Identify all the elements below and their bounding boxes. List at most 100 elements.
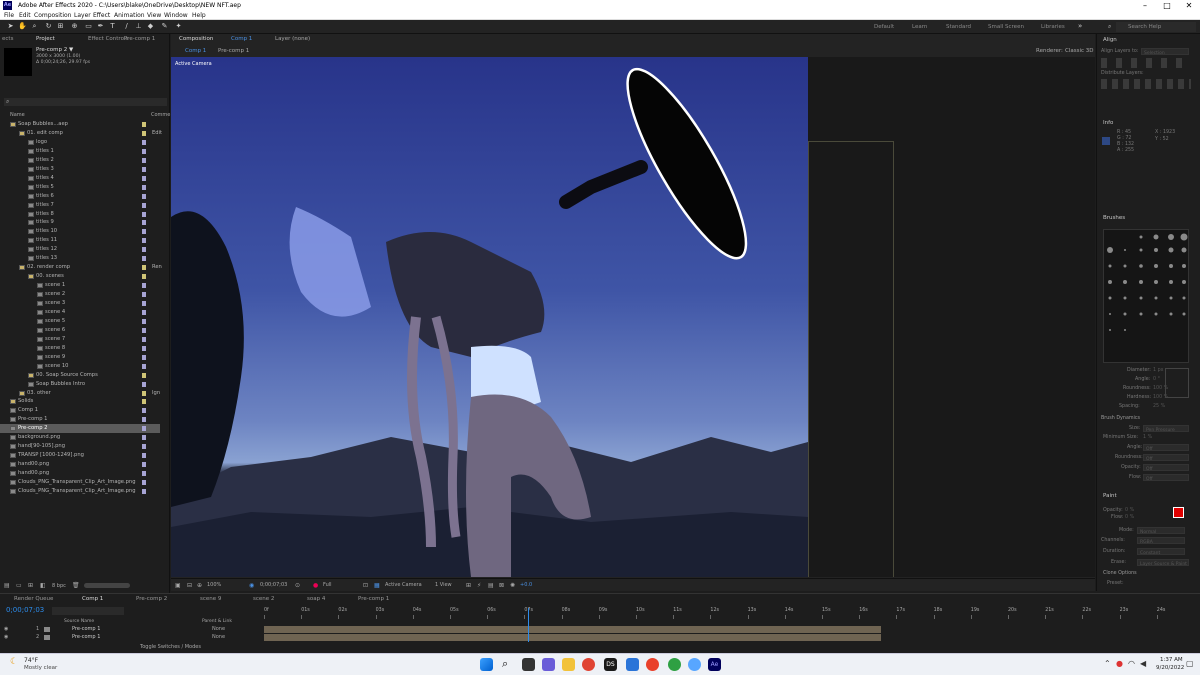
hand-tool-icon[interactable]: ✋ [18,22,27,31]
tab-comp1[interactable]: Comp 1 [82,596,103,602]
label-color-chip[interactable] [142,193,146,199]
exposure-value[interactable]: +0.0 [520,582,532,588]
project-settings-icon[interactable]: ◧ [40,582,46,589]
project-search-input[interactable] [4,98,167,106]
label-color-chip[interactable] [142,256,146,262]
chat-icon[interactable] [542,658,555,671]
menu-view[interactable]: View [147,12,161,19]
chrome-icon[interactable] [582,658,595,671]
tray-app-icon[interactable]: ● [1116,659,1123,668]
label-color-chip[interactable] [142,309,146,315]
menu-composition[interactable]: Composition [34,12,71,19]
brush-diameter-value[interactable]: 1 px [1153,368,1163,373]
camera-tool-icon[interactable]: ⊞ [56,22,65,31]
roto-brush-tool-icon[interactable]: ✎ [160,22,169,31]
paint-flow-value[interactable]: 0 % [1125,515,1134,520]
project-item[interactable]: Soap Bubbles...aep [0,120,160,129]
label-color-chip[interactable] [142,399,146,405]
label-color-chip[interactable] [142,202,146,208]
parent-dropdown[interactable]: None [212,634,225,640]
label-color-chip[interactable] [142,130,146,136]
dyn-roundness-dropdown[interactable]: Off [1143,454,1189,462]
region-of-interest-icon[interactable]: ⊡ [363,582,368,589]
clock-date[interactable]: 9/20/2022 [1156,665,1184,671]
project-item[interactable]: scene 4 [0,308,160,317]
pen-tool-icon[interactable]: ✒ [96,22,105,31]
tray-overflow-icon[interactable]: ⌃ [1104,659,1111,668]
project-item[interactable]: titles 2 [0,156,160,165]
label-color-chip[interactable] [142,238,146,244]
project-item[interactable]: scene 5 [0,317,160,326]
photos-icon[interactable] [626,658,639,671]
parent-dropdown[interactable]: None [212,626,225,632]
visibility-eye-icon[interactable]: ◉ [4,634,8,640]
zoom-dropdown[interactable]: 100% [207,582,221,588]
paint-erase-dropdown[interactable]: Layer Source & Paint [1137,559,1189,567]
trash-icon[interactable]: 🗑 [72,582,80,589]
thumbnail-scrollbar[interactable] [84,583,130,588]
weather-desc[interactable]: Mostly clear [24,665,57,671]
label-color-chip[interactable] [142,184,146,190]
align-layers-to-dropdown[interactable]: Selection [1141,48,1189,56]
after-effects-taskbar-icon[interactable]: Ae [708,658,721,671]
playhead[interactable] [528,608,530,642]
tab-effects-presets[interactable]: ects [2,34,13,44]
menu-file[interactable]: File [4,12,14,19]
label-color-chip[interactable] [142,453,146,459]
project-item[interactable]: 03. other Ign [0,389,160,398]
label-color-chip[interactable] [142,139,146,145]
label-color-chip[interactable] [142,435,146,441]
brush-tool-icon[interactable]: / [122,22,131,31]
label-color-chip[interactable] [142,426,146,432]
project-item[interactable]: scene 1 [0,281,160,290]
start-button-icon[interactable] [480,658,493,671]
dyn-size-dropdown[interactable]: Pen Pressure [1143,425,1189,433]
always-preview-icon[interactable]: ▣ [175,582,181,589]
project-item[interactable]: Soap Bubbles Intro [0,380,160,389]
dyn-angle-dropdown[interactable]: Off [1143,444,1189,452]
paint-mode-dropdown[interactable]: Normal [1137,527,1185,535]
clone-stamp-tool-icon[interactable]: ⊥ [134,22,143,31]
project-item[interactable]: titles 4 [0,174,160,183]
brush-spacing-value[interactable]: 25 % [1153,404,1165,409]
label-color-chip[interactable] [142,148,146,154]
label-color-chip[interactable] [142,345,146,351]
tab-soap4[interactable]: soap 4 [307,596,325,602]
rectangle-tool-icon[interactable]: ▭ [84,22,93,31]
label-color-chip[interactable] [142,363,146,369]
new-comp-icon[interactable]: ⊞ [28,582,33,589]
menu-window[interactable]: Window [164,12,188,19]
tab-render-queue[interactable]: Render Queue [14,596,53,602]
label-color-chip[interactable] [142,175,146,181]
comp-subtab-precomp1[interactable]: Pre-comp 1 [218,48,249,54]
tab-scene9[interactable]: scene 9 [200,596,221,602]
label-color-chip[interactable] [142,372,146,378]
workspace-learn[interactable]: Learn [912,24,927,30]
chrome-profile3-icon[interactable] [688,658,701,671]
interpret-footage-icon[interactable]: ▤ [4,582,10,589]
search-help-input[interactable]: Search Help [1116,22,1196,32]
label-color-chip[interactable] [142,480,146,485]
project-item[interactable]: titles 9 [0,218,160,227]
label-color-chip[interactable] [142,247,146,253]
project-item[interactable]: scene 7 [0,335,160,344]
workspace-small-screen[interactable]: Small Screen [988,24,1024,30]
timeline-search-input[interactable] [52,607,124,615]
clock-time[interactable]: 1:37 AM [1160,657,1183,663]
column-name[interactable]: Name [10,112,25,118]
transparency-grid-icon[interactable]: ▦ [374,582,380,589]
project-item[interactable]: titles 7 [0,201,160,210]
column-comment[interactable]: Comme [151,112,170,118]
menu-effect[interactable]: Effect [93,12,110,19]
tab-scene2[interactable]: scene 2 [253,596,274,602]
tab-precomp1[interactable]: Pre-comp 1 [358,596,389,602]
tab-precomp2[interactable]: Pre-comp 2 [136,596,167,602]
label-color-chip[interactable] [142,408,146,414]
show-channel-icon[interactable]: ⊙ [295,582,300,589]
label-color-chip[interactable] [142,292,146,298]
renderer-value[interactable]: Classic 3D [1065,48,1094,54]
brush-angle-value[interactable]: 0 ° [1153,377,1160,382]
project-item[interactable]: titles 13 [0,254,160,263]
project-item[interactable]: scene 6 [0,326,160,335]
time-ruler[interactable]: 0f01s02s03s04s05s06s07s08s09s10s11s12s13… [264,608,1194,620]
